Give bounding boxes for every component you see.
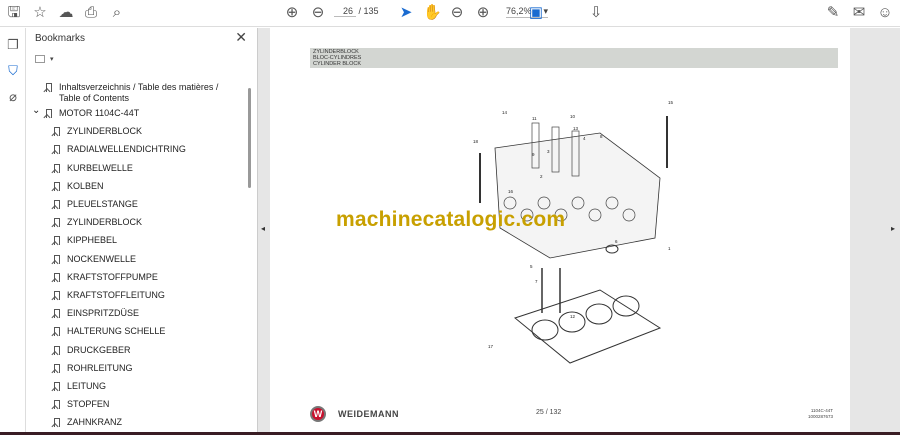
bookmark-panel-icon[interactable]: ⛉ [4,62,22,80]
zoom-out-icon[interactable]: ⊖ [448,4,466,22]
fit-page-icon[interactable]: ▣ [527,4,545,22]
sign-icon[interactable]: ✎ [824,4,842,22]
bookmark-icon [54,327,60,337]
panel-title: Bookmarks [35,33,86,44]
pdf-page: ZYLINDERBLOCK BLOC-CYLINDRES CYLINDER BL… [270,28,850,435]
callout-label: 18 [473,139,479,144]
callout-label: 5 [530,264,533,269]
bookmark-icon [54,418,60,428]
close-icon[interactable]: ✕ [235,29,247,46]
gasket-bore [531,319,559,341]
zoom-in-icon[interactable]: ⊕ [474,4,492,22]
bookmark-label: ZYLINDERBLOCK [67,126,143,137]
document-view: ◂ ▸ ZYLINDERBLOCK BLOC-CYLINDRES CYLINDE… [258,28,900,435]
bookmark-icon [54,127,60,137]
bookmark-label: KURBELWELLE [67,162,133,173]
bookmark-icon [54,363,60,373]
save-icon[interactable]: 🖫 [5,4,23,22]
head-gasket [513,289,662,364]
page-up-icon[interactable]: ⊕ [283,4,301,22]
toolbar: 🖫 ☆ ☁ ⎙ ⌕ ⊕ ⊖ 26 / 135 ➤ ✋ ⊖ ⊕ 76,2% ▾ ▣… [0,0,900,27]
bookmark-label: HALTERUNG SCHELLE [67,326,166,337]
prev-page-icon[interactable]: ◂ [261,224,265,233]
bookmark-label: Inhaltsverzeichnis / Table des matières … [59,82,219,103]
bookmark-icon [54,200,60,209]
callout-label: 11 [532,116,537,121]
bookmark-label: ROHRLEITUNG [67,362,133,373]
bookmark-label: KOLBEN [67,180,104,191]
bookmark-label: ZYLINDERBLOCK [67,217,143,228]
brand-logo: W [310,406,326,422]
bookmark-icon [54,218,60,228]
bookmark-label: KIPPHEBEL [67,235,118,246]
scroll-mode-icon[interactable]: ⇩ [587,4,605,22]
next-page-icon[interactable]: ▸ [891,224,895,233]
bookmark-label: STOPFEN [67,399,110,410]
bookmark-label: RADIALWELLENDICHTRING [67,144,186,155]
search-icon[interactable]: ⌕ [108,4,126,22]
page-down-icon[interactable]: ⊖ [309,4,327,22]
bookmark-icon [54,345,60,355]
email-icon[interactable]: ✉ [850,4,868,22]
callout-label: 15 [668,100,674,105]
bookmark-icon [54,382,60,391]
callout-label: 12 [570,314,576,319]
bookmark-icon [54,272,60,282]
bookmark-label: MOTOR 1104C-44T [59,108,140,118]
page-navigator: 26 / 135 [334,6,379,17]
cylinder-head [494,132,661,259]
callout-label: 1 [668,246,671,251]
callout-label: 16 [508,189,514,194]
bookmark-icon [54,163,60,173]
bookmark-label: LEITUNG [67,381,107,391]
bookmark-icon [54,254,60,264]
left-tool-rail: ❐ ⛉ ⌀ [0,28,26,435]
callout-label: 17 [488,344,494,349]
callout-label: 10 [570,114,576,119]
bookmark-icon [54,181,60,191]
pages-icon[interactable]: ❐ [4,36,22,54]
bookmark-label: NOCKENWELLE [67,253,137,264]
bookmark-icon [54,309,60,319]
bookmark-label: DRUCKGEBER [67,344,131,355]
footer-code: 1104C-44T 1000287673 [808,408,833,420]
bookmark-label: PLEUELSTANGE [67,199,138,209]
page-input[interactable]: 26 [334,6,356,17]
bookmark-icon [54,236,60,246]
scrollbar[interactable] [248,88,251,188]
options-icon[interactable] [35,55,45,63]
part-code: 1000287673 [808,414,834,419]
brand-name: WEIDEMANN [338,409,399,419]
callout-label: 7 [535,279,538,284]
bookmark-icon [54,400,60,410]
upload-icon[interactable]: ☁ [57,4,75,22]
page-total: / 135 [358,6,379,16]
bookmark-icon [54,145,60,155]
hand-icon[interactable]: ✋ [423,4,442,22]
bookmark-label: KRAFTSTOFFLEITUNG [67,290,165,300]
chevron-down-icon[interactable]: ▾ [50,55,54,63]
account-icon[interactable]: ☺ [876,4,894,22]
bookmark-label: ZAHNKRANZ [67,417,123,428]
print-icon[interactable]: ⎙ [82,4,100,22]
page-label: 25 / 132 [536,409,562,416]
collapse-icon[interactable]: ⌄ [32,105,40,116]
attachment-icon[interactable]: ⌀ [4,88,22,106]
callout-label: 13 [573,126,579,131]
bookmark-label: EINSPRITZDÜSE [67,308,140,319]
bookmarks-panel: Bookmarks ✕ ▾ Inhaltsverzeichnis / Table… [26,28,258,435]
watermark: machinecatalogic.com [336,208,566,231]
bookmark-icon [46,83,52,92]
bookmark-icon [54,291,60,300]
gasket-bore [585,303,613,325]
bookmark-icon [46,109,52,118]
select-cursor-icon[interactable]: ➤ [397,4,415,22]
bookmark-label: KRAFTSTOFFPUMPE [67,271,158,282]
star-icon[interactable]: ☆ [31,4,49,22]
callout-label: 14 [502,110,508,115]
